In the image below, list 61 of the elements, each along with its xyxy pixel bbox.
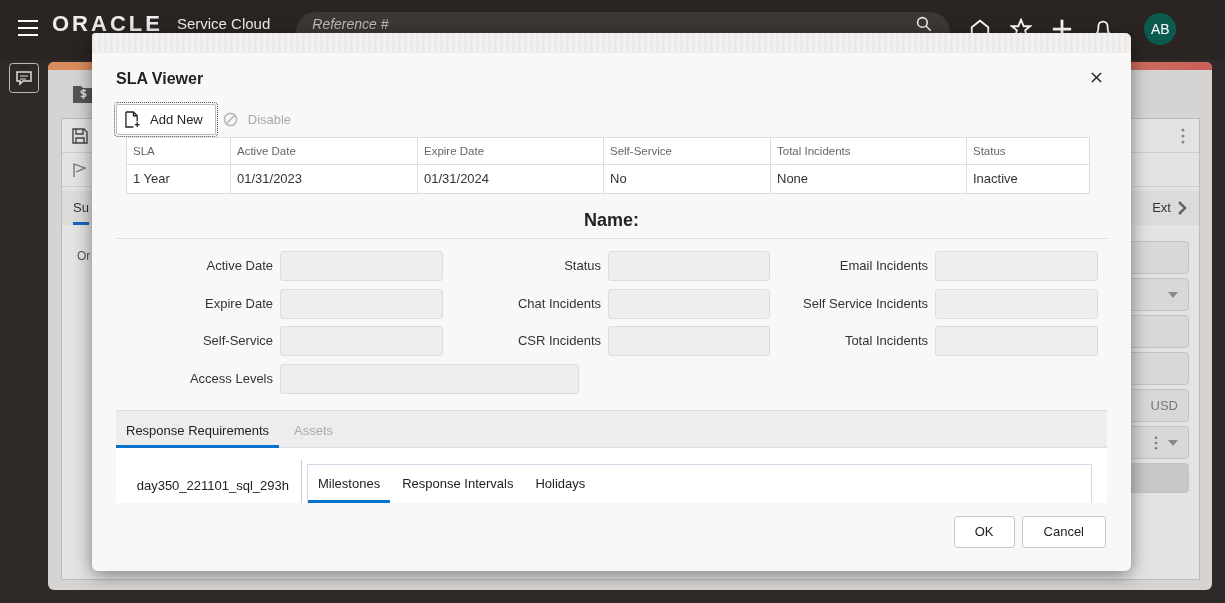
product-name: Service Cloud xyxy=(176,15,271,33)
prohibited-icon xyxy=(222,111,238,128)
flag-icon[interactable] xyxy=(72,161,88,178)
table-cell: 01/31/2023 xyxy=(230,165,417,193)
add-new-button[interactable]: Add New xyxy=(116,104,216,135)
column-header: SLA xyxy=(127,138,230,165)
table-cell: Inactive xyxy=(966,165,1089,193)
kebab-icon[interactable] xyxy=(1181,127,1185,144)
table-cell: No xyxy=(603,165,770,193)
field-label: CSR Incidents xyxy=(516,332,602,350)
input-field[interactable] xyxy=(280,326,443,356)
column-header: Status xyxy=(966,138,1089,165)
input-field[interactable] xyxy=(935,251,1098,281)
table-cell: None xyxy=(770,165,966,193)
field-label: Total Incidents xyxy=(843,332,929,350)
menu-icon[interactable] xyxy=(18,20,38,36)
column-header: Total Incidents xyxy=(770,138,966,165)
field-label: Self-Service xyxy=(201,332,274,350)
logo: ORACLE xyxy=(52,12,163,36)
field-label: Or xyxy=(77,249,91,265)
new-document-icon xyxy=(125,111,140,128)
input-field[interactable] xyxy=(280,251,443,281)
field-label: Active Date xyxy=(205,257,274,275)
input-field[interactable] xyxy=(280,363,579,394)
table-row[interactable]: 1 Year 01/31/2023 01/31/2024 No None Inactive xyxy=(127,165,1089,193)
field-label: Self Service Incidents xyxy=(802,294,929,313)
table-cell: 01/31/2024 xyxy=(417,165,603,193)
field-label: Email Incidents xyxy=(838,257,929,275)
input-field[interactable] xyxy=(280,288,443,319)
column-header: Expire Date xyxy=(417,138,603,165)
avatar[interactable]: AB xyxy=(1144,13,1177,45)
tab[interactable]: Ext xyxy=(1152,191,1171,225)
tab[interactable]: Milestones xyxy=(308,464,391,503)
caret-icon xyxy=(1168,291,1178,298)
dialog-title: SLA Viewer xyxy=(116,70,204,88)
close-icon[interactable] xyxy=(1091,71,1102,83)
field-label: Expire Date xyxy=(204,294,274,313)
input-field[interactable] xyxy=(935,326,1098,356)
chevron-right-icon[interactable] xyxy=(1177,200,1187,216)
caret-icon xyxy=(1168,439,1178,446)
chat-icon[interactable] xyxy=(9,63,39,93)
input-field[interactable] xyxy=(608,326,770,356)
table-cell-text: 1 Year xyxy=(132,170,171,188)
name-heading: Name: xyxy=(583,209,640,231)
field-label: Access Levels xyxy=(188,369,274,388)
tab[interactable]: Response Intervals xyxy=(392,464,524,503)
input-field[interactable] xyxy=(935,288,1098,319)
input-field[interactable] xyxy=(608,251,770,281)
tab[interactable]: Su xyxy=(73,191,89,225)
input-field[interactable] xyxy=(608,288,770,319)
field-label: Status xyxy=(563,257,602,275)
list-item[interactable]: day350_221101_sql_293h xyxy=(136,477,301,493)
save-icon[interactable] xyxy=(72,127,88,144)
ok-button[interactable]: OK xyxy=(953,515,1015,548)
kebab-icon xyxy=(1154,435,1158,450)
cancel-button[interactable]: Cancel xyxy=(1021,515,1106,548)
column-header: Active Date xyxy=(230,138,417,165)
field-label: Chat Incidents xyxy=(516,294,602,313)
search-icon[interactable] xyxy=(916,16,933,32)
column-header: Self-Service xyxy=(603,138,770,165)
tab[interactable]: Holidays xyxy=(525,464,596,503)
